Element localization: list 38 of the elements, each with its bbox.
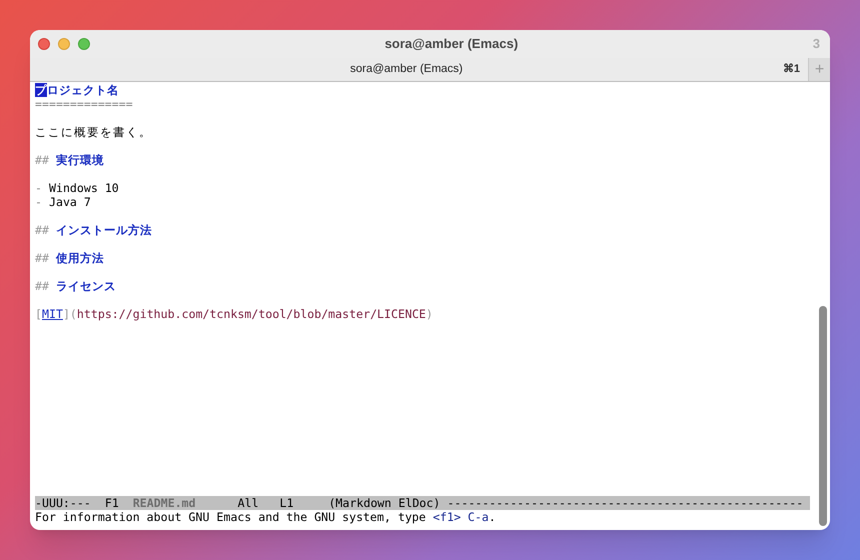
tab-title: sora@amber (Emacs) bbox=[349, 62, 464, 77]
link-label[interactable]: MIT bbox=[42, 307, 63, 321]
heading-text: インストール方法 bbox=[56, 223, 152, 237]
link-url[interactable]: https://github.com/tcnksm/tool/blob/master/LICENCE bbox=[76, 307, 426, 321]
list-marker: - bbox=[35, 195, 42, 209]
list-item-text: Java 7 bbox=[48, 195, 91, 209]
heading-marker: ## bbox=[35, 251, 49, 265]
mode-line-fill: --------------------------------------------------- bbox=[447, 496, 804, 510]
close-button[interactable] bbox=[38, 38, 50, 50]
echo-area-message: For information about GNU Emacs and the GNU system, type <f1> C-a. bbox=[35, 510, 497, 524]
text-cursor: プ bbox=[35, 83, 47, 97]
list-item-text: Windows 10 bbox=[48, 181, 119, 195]
line-number: L1 bbox=[280, 496, 294, 510]
zoom-button[interactable] bbox=[78, 38, 90, 50]
tab-shortcut: ⌘1 bbox=[782, 62, 801, 78]
scrollbar-thumb[interactable] bbox=[819, 306, 827, 526]
heading-text: ライセンス bbox=[56, 279, 116, 293]
link-bracket: [ bbox=[35, 307, 42, 321]
scroll-position: All bbox=[238, 496, 259, 510]
tab[interactable]: sora@amber (Emacs) ⌘1 bbox=[30, 58, 808, 81]
frame-name: F1 bbox=[104, 496, 119, 510]
list-marker: - bbox=[35, 181, 42, 195]
minimize-button[interactable] bbox=[58, 38, 70, 50]
heading-text: ロジェクト名 bbox=[47, 83, 119, 97]
link-bracket: ) bbox=[426, 307, 433, 321]
heading-text: 実行環境 bbox=[56, 153, 104, 167]
heading-text: 使用方法 bbox=[56, 251, 104, 265]
heading-underline: ============== bbox=[35, 97, 133, 111]
buffer-status: -UUU:--- bbox=[35, 496, 91, 510]
window-title: sora@amber (Emacs) bbox=[384, 35, 520, 54]
heading-marker: ## bbox=[35, 223, 49, 237]
heading-marker: ## bbox=[35, 279, 49, 293]
major-mode: (Markdown ElDoc) bbox=[328, 496, 440, 510]
window-count: 3 bbox=[812, 35, 821, 54]
buffer-name: README.md bbox=[132, 496, 196, 510]
paragraph-text: ここに概要を書く。 bbox=[35, 125, 152, 139]
heading-marker: ## bbox=[35, 153, 49, 167]
link-bracket: ]( bbox=[62, 307, 77, 321]
